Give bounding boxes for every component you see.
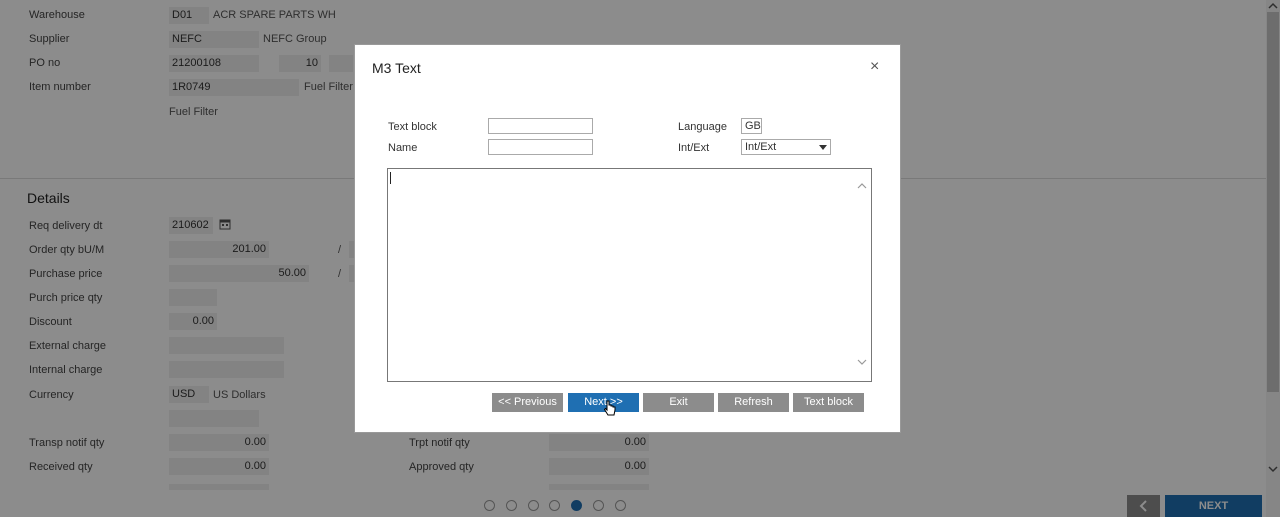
int-ext-label: Int/Ext xyxy=(678,142,710,154)
name-input[interactable] xyxy=(488,139,593,155)
hand-cursor-icon xyxy=(603,400,616,418)
int-ext-select[interactable]: Int/Ext xyxy=(741,139,831,155)
name-label: Name xyxy=(388,142,418,154)
exit-button[interactable]: Exit xyxy=(643,393,714,412)
text-editor-area[interactable] xyxy=(387,168,872,382)
refresh-button[interactable]: Refresh xyxy=(718,393,789,412)
int-ext-selected-value: Int/Ext xyxy=(745,141,777,153)
language-input[interactable]: GB xyxy=(741,118,762,134)
m3-text-dialog: M3 Text × Text block Name Language GB In… xyxy=(354,44,901,433)
editor-scroll-down-icon[interactable] xyxy=(856,357,868,367)
language-label: Language xyxy=(678,121,727,133)
text-block-label: Text block xyxy=(388,121,437,133)
text-block-input[interactable] xyxy=(488,118,593,134)
close-icon[interactable]: × xyxy=(870,58,879,76)
dialog-title: M3 Text xyxy=(372,60,421,76)
editor-scroll-up-icon[interactable] xyxy=(856,181,868,191)
text-block-button[interactable]: Text block xyxy=(793,393,864,412)
previous-button[interactable]: << Previous xyxy=(492,393,563,412)
chevron-down-icon xyxy=(819,145,827,150)
text-cursor xyxy=(390,172,391,184)
